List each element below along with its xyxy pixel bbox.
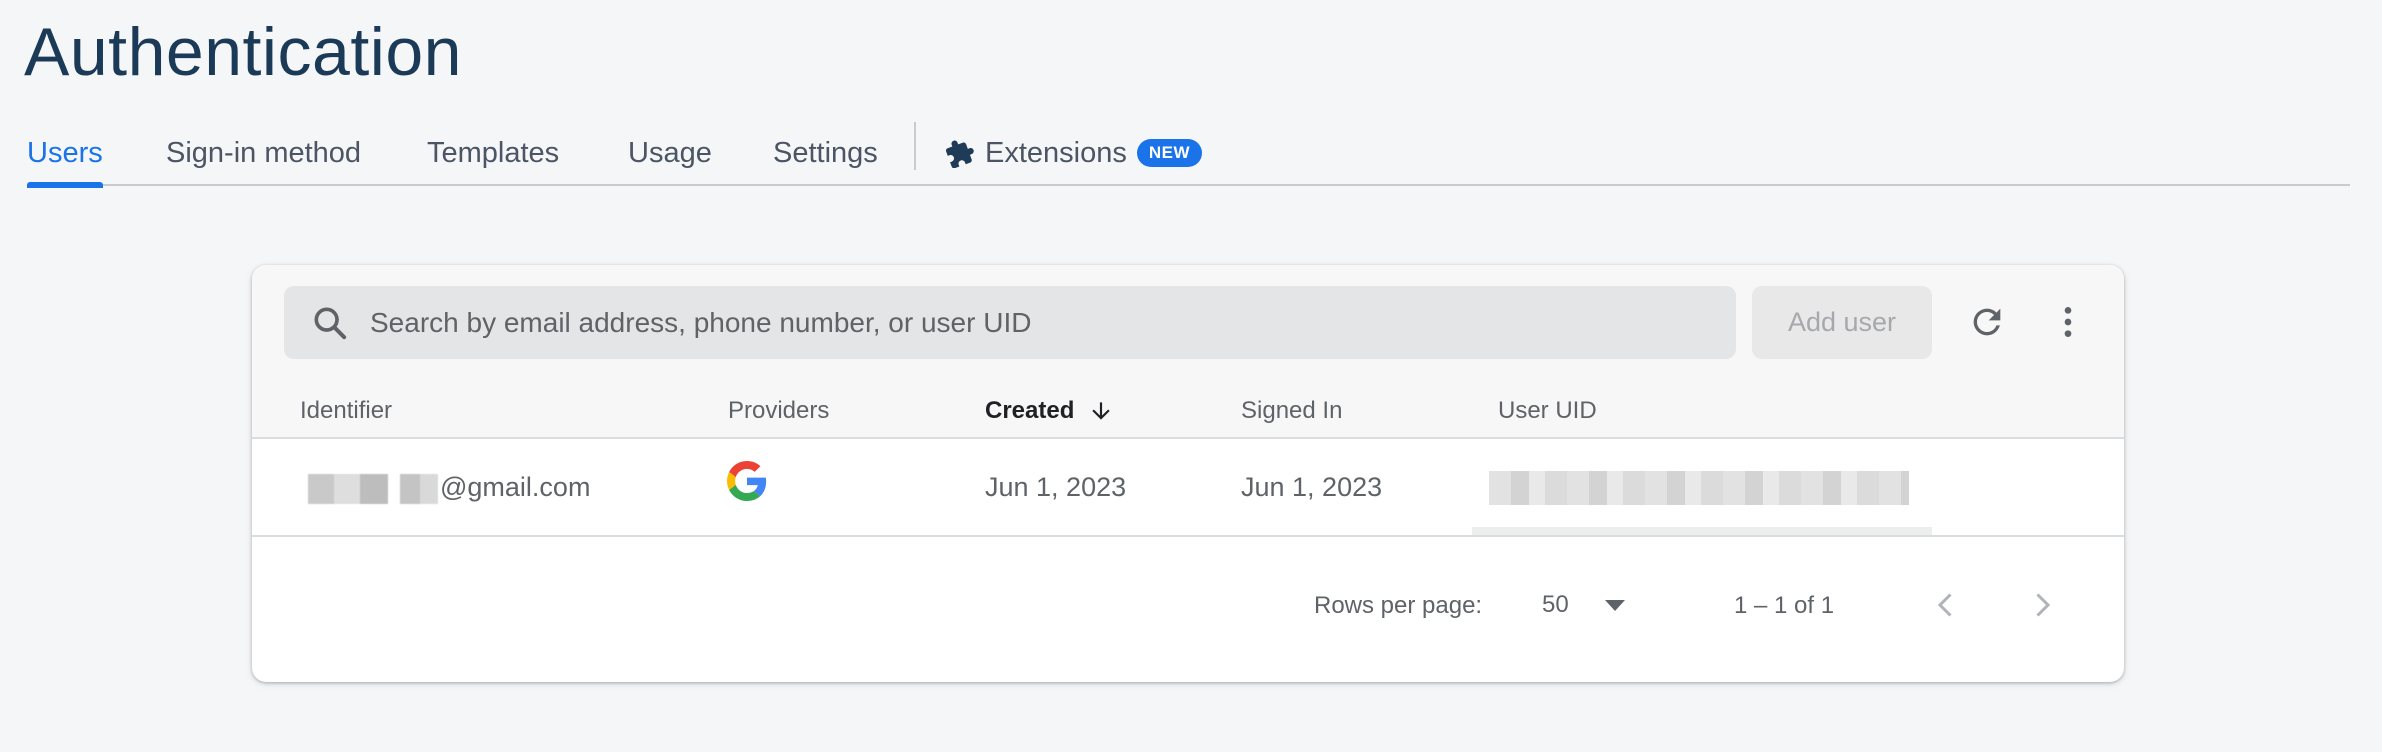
pagination-range: 1 – 1 of 1 (1734, 592, 1835, 619)
tab-label: Settings (773, 136, 878, 169)
refresh-icon (1973, 308, 2001, 336)
identifier-suffix: @gmail.com (440, 472, 591, 502)
column-header-identifier[interactable]: Identifier (300, 397, 392, 425)
redacted-user-uid (1489, 471, 1909, 505)
redacted-user-uid-shadow (1472, 527, 1932, 535)
active-tab-indicator (27, 182, 103, 188)
column-header-created[interactable]: Created (985, 397, 1114, 425)
column-header-user-uid: User UID (1498, 397, 1597, 425)
tab-divider (914, 122, 916, 170)
previous-page-button[interactable] (1924, 583, 1968, 627)
more-options-button[interactable] (2040, 294, 2096, 350)
authentication-page: Authentication Users Sign-in method Temp… (0, 0, 2382, 752)
tab-sign-in-method[interactable]: Sign-in method (166, 120, 361, 186)
column-header-label: Created (985, 397, 1075, 424)
column-header-label: User UID (1498, 397, 1597, 424)
column-header-label: Identifier (300, 397, 393, 424)
tab-extensions[interactable]: Extensions NEW (945, 120, 1203, 186)
tab-label: Users (27, 136, 103, 169)
column-header-label: Providers (728, 397, 830, 424)
search-input[interactable] (370, 306, 1736, 339)
next-page-button[interactable] (2020, 583, 2064, 627)
table-pagination: Rows per page: 50 1 – 1 of 1 (252, 539, 2124, 682)
dropdown-caret-icon (1604, 599, 1625, 611)
users-table-card: Add user Identifier Providers (252, 265, 2124, 682)
tab-templates[interactable]: Templates (427, 120, 559, 186)
identifier-cell: @gmail.com (290, 472, 590, 504)
rows-per-page-select[interactable]: 50 (1542, 585, 1642, 625)
column-header-label: Signed In (1241, 397, 1343, 424)
table-header-row: Identifier Providers Created Signed In U… (252, 385, 2124, 439)
rows-per-page-value: 50 (1542, 591, 1569, 618)
arrow-down-icon (1088, 397, 1114, 425)
created-cell: Jun 1, 2023 (985, 472, 1127, 502)
tab-label: Usage (628, 136, 712, 169)
rows-per-page-label: Rows per page: (1314, 592, 1483, 619)
search-box[interactable] (284, 286, 1736, 359)
google-logo-icon (727, 461, 767, 501)
tab-label: Extensions (985, 136, 1127, 169)
tab-settings[interactable]: Settings (773, 120, 878, 186)
tab-label: Sign-in method (166, 136, 362, 169)
chevron-left-icon (1937, 593, 1952, 617)
signed-in-cell: Jun 1, 2023 (1241, 472, 1383, 502)
page-title: Authentication (24, 14, 462, 90)
puzzle-piece-icon (945, 138, 975, 168)
table-toolbar: Add user Identifier Providers (252, 265, 2124, 439)
column-header-providers: Providers (728, 397, 829, 425)
table-row[interactable]: @gmail.com Jun 1, 2023 Jun 1, 2023 (252, 441, 2124, 537)
tab-usage[interactable]: Usage (628, 120, 712, 186)
new-badge: NEW (1136, 139, 1203, 167)
tab-bar: Users Sign-in method Templates Usage Set… (27, 120, 2350, 188)
column-header-signed-in[interactable]: Signed In (1241, 397, 1342, 425)
redacted-email-prefix (290, 473, 440, 504)
search-icon (310, 303, 350, 343)
chevron-right-icon (2036, 593, 2051, 617)
tab-label: Templates (427, 136, 560, 169)
more-vert-icon (2064, 307, 2072, 337)
add-user-button[interactable]: Add user (1752, 286, 1932, 359)
tab-users[interactable]: Users (27, 120, 103, 188)
refresh-button[interactable] (1959, 294, 2015, 350)
